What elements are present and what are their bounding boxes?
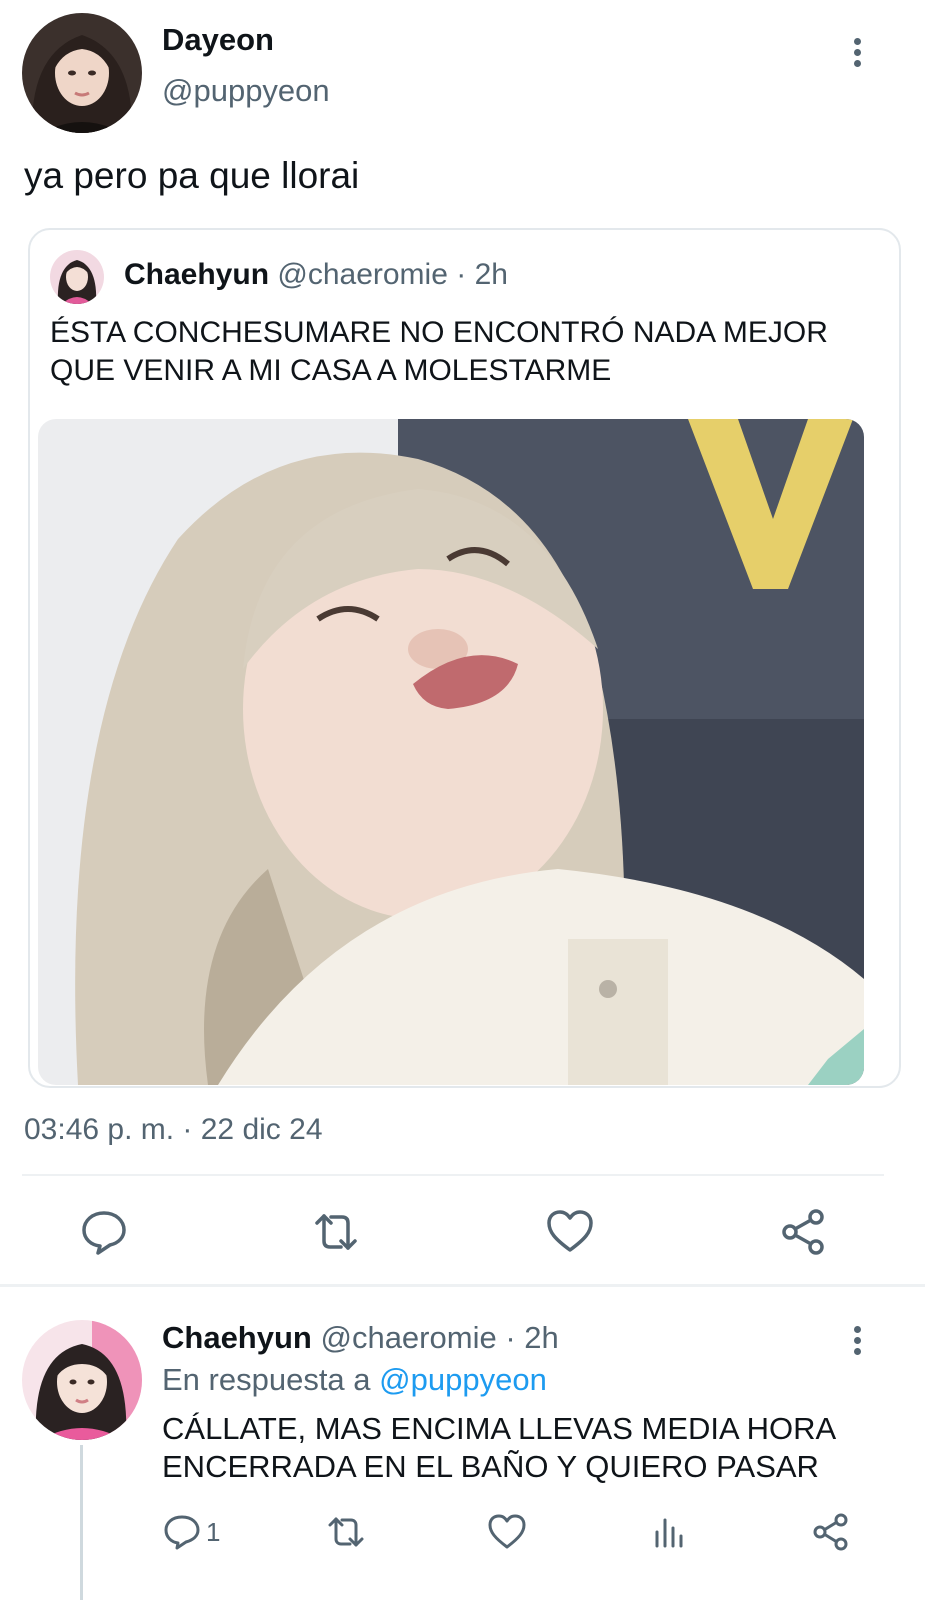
reply-icon[interactable] <box>79 1207 129 1257</box>
quoted-tweet-time: · 2h <box>456 258 508 291</box>
quoted-author-handle: @chaeromie <box>277 258 448 291</box>
quoted-tweet-text: ÉSTA CONCHESUMARE NO ENCONTRÓ NADA MEJOR… <box>50 316 828 387</box>
quoted-author-avatar <box>50 250 104 304</box>
reply-reply-button[interactable]: 1 <box>162 1512 220 1552</box>
reply-views-button[interactable] <box>649 1512 689 1552</box>
reply-author-handle[interactable]: @chaeromie <box>320 1320 496 1355</box>
reply-more-options-icon[interactable] <box>851 1326 863 1362</box>
author-name[interactable]: Dayeon <box>162 22 274 58</box>
share-icon <box>813 1513 848 1551</box>
quoted-author-name: Chaehyun <box>124 258 270 291</box>
quoted-tweet-card[interactable]: Chaehyun @chaeromie · 2h ÉSTA CONCHESUMA… <box>28 228 901 1088</box>
tweet-text: ya pero pa que llorai <box>24 155 360 196</box>
reply-share-button[interactable] <box>811 1512 851 1552</box>
more-options-icon[interactable] <box>851 38 863 74</box>
tweet-timestamp[interactable]: 03:46 p. m. · 22 dic 24 <box>24 1113 323 1147</box>
views-icon <box>655 1518 683 1548</box>
like-icon[interactable] <box>545 1207 595 1257</box>
reply-retweet-button[interactable] <box>326 1512 366 1552</box>
reply-author-name[interactable]: Chaehyun <box>162 1320 312 1355</box>
retweet-icon[interactable] <box>311 1207 361 1257</box>
reply-like-button[interactable] <box>487 1512 527 1552</box>
divider <box>22 1174 884 1176</box>
reply-author-avatar[interactable] <box>22 1320 142 1440</box>
retweet-icon <box>328 1517 364 1547</box>
reply-to-label: En respuesta a <box>162 1362 371 1397</box>
quoted-tweet-photo[interactable] <box>38 419 864 1085</box>
author-handle[interactable]: @puppyeon <box>162 73 330 109</box>
like-icon <box>488 1514 526 1549</box>
share-icon[interactable] <box>779 1207 829 1257</box>
main-avatar[interactable] <box>22 13 142 133</box>
reply-tweet-text: CÁLLATE, MAS ENCIMA LLEVAS MEDIA HORA EN… <box>162 1411 835 1484</box>
thread-line <box>80 1445 83 1600</box>
divider <box>0 1284 925 1287</box>
reply-to-handle-link[interactable]: @puppyeon <box>379 1362 547 1397</box>
reply-tweet-time[interactable]: · 2h <box>505 1320 558 1355</box>
reply-icon <box>164 1515 200 1550</box>
reply-count: 1 <box>206 1516 221 1547</box>
